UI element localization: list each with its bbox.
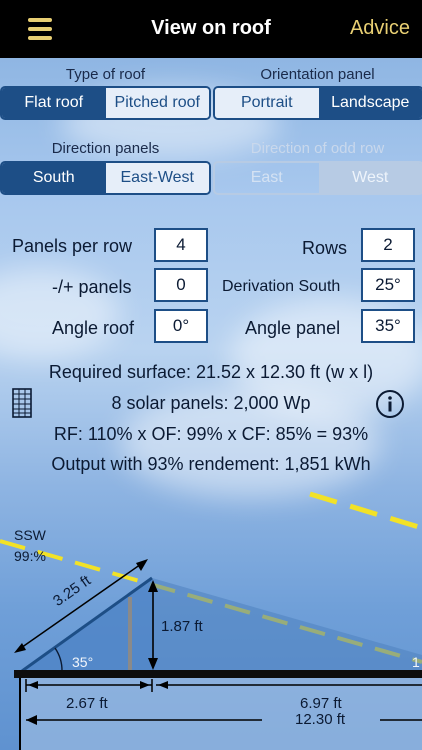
edge-marker-label: 1 — [412, 654, 420, 670]
panel-height-label: 1.87 ft — [161, 618, 203, 635]
direction-percent-label: 99:% — [14, 548, 46, 564]
gap-width-label: 6.97 ft — [300, 695, 342, 712]
panel-angle-label: 35° — [72, 654, 94, 670]
sun-line-upper — [309, 491, 422, 531]
total-length-label: 12.30 ft — [295, 711, 346, 728]
roof-diagram — [0, 491, 422, 750]
roof-body — [20, 678, 422, 750]
base-width-label: 2.67 ft — [66, 695, 108, 712]
panel-support — [128, 597, 132, 671]
direction-label: SSW — [14, 527, 46, 543]
roof-base — [14, 670, 422, 678]
